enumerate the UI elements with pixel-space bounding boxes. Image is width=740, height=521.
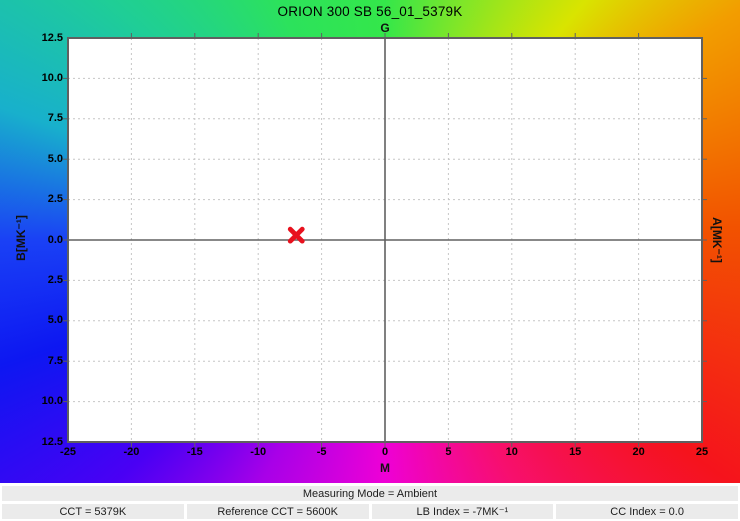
y-tick-label: 2.5 — [0, 192, 65, 207]
plot-area — [68, 38, 702, 442]
x-tick-label: 0 — [382, 446, 388, 458]
chart-canvas — [68, 38, 702, 442]
chart-title: ORION 300 SB 56_01_5379K — [0, 4, 740, 19]
x-tick-label: 10 — [506, 446, 518, 458]
stat-cct: CCT = 5379K — [2, 504, 184, 519]
y-tick-label: 12.5 — [0, 31, 65, 46]
stat-lb-index: LB Index = -7MK⁻¹ — [372, 504, 554, 519]
x-tick-label: -15 — [187, 446, 203, 458]
x-tick-label: 20 — [632, 446, 644, 458]
x-tick-label: 5 — [445, 446, 451, 458]
axis-label-blue: B[MK⁻¹] — [14, 215, 28, 261]
axis-label-magenta: M — [380, 461, 390, 475]
x-tick-label: -5 — [317, 446, 327, 458]
y-tick-label: 7.5 — [0, 111, 65, 126]
y-tick-label: 12.5 — [0, 435, 65, 450]
white-balance-chart-window: ORION 300 SB 56_01_5379K G 12.5 10.0 7.5 5.… — [0, 0, 740, 521]
x-tick-label: -10 — [250, 446, 266, 458]
x-tick-label: 15 — [569, 446, 581, 458]
x-tick-label: -25 — [60, 446, 76, 458]
y-tick-label: 2.5 — [0, 273, 65, 288]
measuring-mode-bar: Measuring Mode = Ambient — [2, 486, 738, 501]
y-tick-label: 10.0 — [0, 71, 65, 86]
y-tick-label: 10.0 — [0, 394, 65, 409]
axis-label-green: G — [380, 21, 389, 35]
x-tick-label: -20 — [123, 446, 139, 458]
measuring-mode-text: Measuring Mode = Ambient — [303, 488, 437, 500]
stats-bar: CCT = 5379K Reference CCT = 5600K LB Ind… — [2, 504, 738, 519]
axis-label-amber: A[MK⁻¹] — [710, 217, 724, 263]
y-tick-label: 5.0 — [0, 313, 65, 328]
x-tick-label: 25 — [696, 446, 708, 458]
y-tick-label: 5.0 — [0, 152, 65, 167]
stat-cc-index: CC Index = 0.0 — [556, 504, 738, 519]
y-tick-label: 7.5 — [0, 354, 65, 369]
stat-reference-cct: Reference CCT = 5600K — [187, 504, 369, 519]
y-tick-label: 0.0 — [0, 233, 65, 248]
